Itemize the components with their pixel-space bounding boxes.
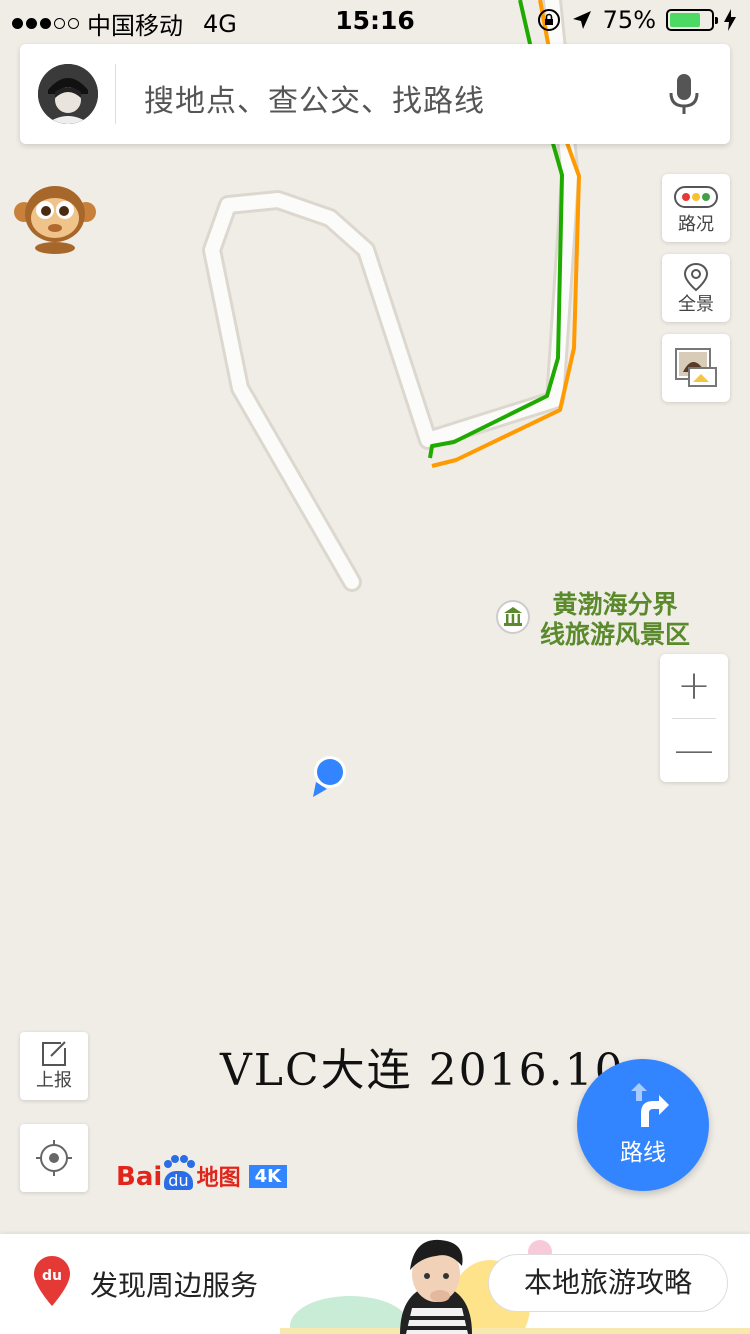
version-badge: 4K xyxy=(248,1165,288,1188)
baidu-logo-bai: Bai xyxy=(116,1162,163,1192)
zoom-in-button[interactable]: + xyxy=(660,654,728,718)
location-arrow-icon xyxy=(572,11,591,29)
locate-me-button[interactable] xyxy=(20,1124,88,1192)
poi-label-line1: 黄渤海分界 xyxy=(552,590,678,619)
baidu-map-logo: Bai du 地图 4K xyxy=(116,1146,288,1192)
current-location-icon xyxy=(313,756,346,797)
photo-skin-icon xyxy=(675,348,717,387)
status-right: 75% xyxy=(537,6,736,34)
poi-label-line2: 线旅游风景区 xyxy=(539,620,690,649)
zoom-out-button[interactable]: — xyxy=(660,718,728,782)
local-guide-button[interactable]: 本地旅游攻略 xyxy=(488,1254,728,1312)
zoom-control: + — xyxy=(660,654,728,782)
bottom-bar: du 发现周边服务 本地旅游攻略 xyxy=(0,1234,750,1334)
baidu-logo-map: 地图 xyxy=(196,1166,241,1191)
panorama-label: 全景 xyxy=(678,294,714,315)
battery-icon xyxy=(666,9,718,31)
status-bar: 中国移动 4G 15:16 75% xyxy=(0,0,750,40)
monkey-mascot-icon[interactable] xyxy=(12,178,98,254)
report-label: 上报 xyxy=(36,1070,72,1091)
edit-icon xyxy=(42,1041,66,1066)
locate-crosshair-icon xyxy=(36,1140,72,1176)
search-input[interactable]: 搜地点、查公交、找路线 xyxy=(144,76,485,120)
microphone-icon[interactable] xyxy=(668,74,700,116)
discover-nearby-label[interactable]: 发现周边服务 xyxy=(90,1264,258,1304)
panorama-button[interactable]: 全景 xyxy=(662,254,730,322)
route-button[interactable]: 路线 xyxy=(577,1059,709,1191)
museum-icon xyxy=(496,600,530,634)
route-arrow-icon xyxy=(631,1083,669,1127)
route-label: 路线 xyxy=(620,1140,666,1166)
charging-bolt-icon xyxy=(724,9,736,31)
handwritten-watermark: VLC大连 2016.10 xyxy=(220,1045,625,1096)
traffic-button[interactable]: 路况 xyxy=(662,174,730,242)
battery-percent: 75% xyxy=(602,6,656,34)
baidu-logo-du: du xyxy=(164,1171,193,1190)
skin-button[interactable] xyxy=(662,334,730,402)
baidu-paw-icon: du xyxy=(162,1155,196,1192)
battery-fill xyxy=(670,13,700,27)
report-button[interactable]: 上报 xyxy=(20,1032,88,1100)
traffic-light-icon xyxy=(674,186,718,208)
user-avatar[interactable] xyxy=(38,64,98,124)
poi-label[interactable]: 黄渤海分界 线旅游风景区 xyxy=(530,590,700,650)
du-location-pin-icon[interactable]: du xyxy=(34,1256,70,1306)
svg-text:du: du xyxy=(42,1268,62,1284)
search-divider xyxy=(115,64,116,124)
orientation-lock-icon xyxy=(537,9,560,31)
avatar-image xyxy=(38,64,98,124)
search-bar[interactable]: 搜地点、查公交、找路线 xyxy=(20,44,730,144)
traffic-label: 路况 xyxy=(678,214,714,235)
